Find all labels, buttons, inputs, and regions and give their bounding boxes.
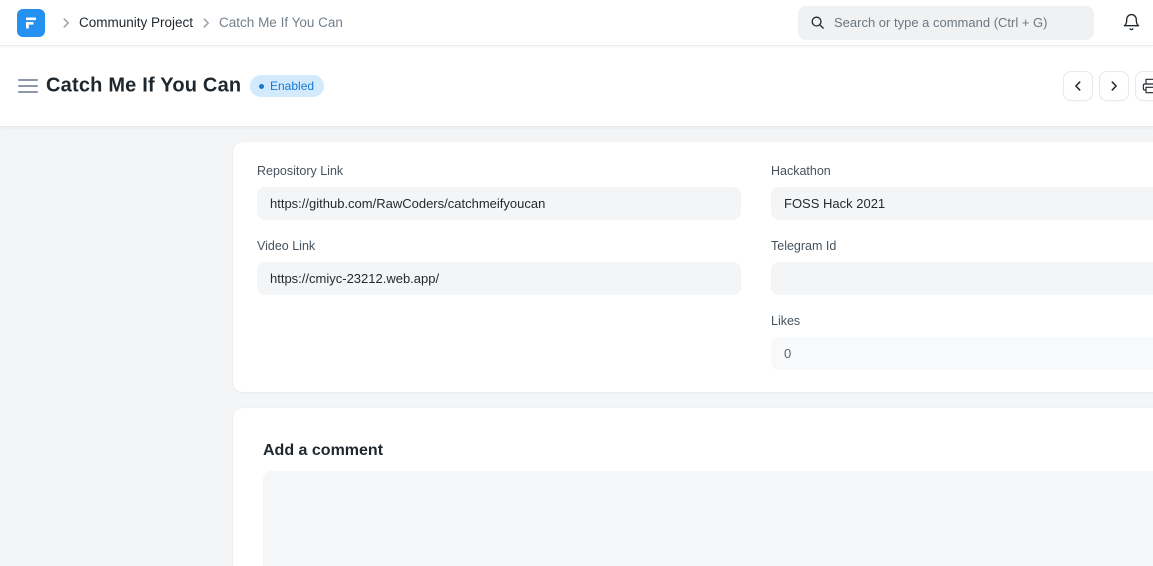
printer-icon [1142, 78, 1153, 94]
search-icon [810, 15, 825, 30]
chevron-left-icon [1071, 79, 1085, 93]
frappe-logo-glyph [23, 15, 39, 31]
form-column-left: Repository Link Video Link [257, 164, 741, 389]
status-dot-icon [259, 84, 264, 89]
form-grid: Repository Link Video Link Hackathon Tel… [257, 164, 1153, 389]
field-telegram-id: Telegram Id [771, 239, 1153, 295]
field-repository-link: Repository Link [257, 164, 741, 220]
field-video-link: Video Link [257, 239, 741, 295]
page-title: Catch Me If You Can [46, 75, 241, 98]
chevron-right-icon [53, 16, 79, 30]
breadcrumb: Community Project Catch Me If You Can [53, 15, 343, 30]
frappe-logo[interactable] [17, 9, 45, 37]
breadcrumb-item-community-project[interactable]: Community Project [79, 15, 193, 30]
field-likes: Likes [771, 314, 1153, 370]
comment-section-card: Add a comment [233, 408, 1153, 566]
hamburger-menu-icon [18, 79, 40, 93]
status-badge: Enabled [250, 75, 324, 97]
likes-value [771, 337, 1153, 370]
form-section-card: Repository Link Video Link Hackathon Tel… [233, 142, 1153, 392]
form-column-right: Hackathon Telegram Id Likes [771, 164, 1153, 389]
bell-icon [1122, 13, 1141, 32]
app-window: Community Project Catch Me If You Can [0, 0, 1153, 566]
field-label: Telegram Id [771, 239, 1153, 253]
page-header: Catch Me If You Can Enabled [0, 46, 1153, 127]
comment-section-heading: Add a comment [263, 442, 1153, 460]
breadcrumb-item-current: Catch Me If You Can [219, 15, 343, 30]
global-search[interactable] [798, 6, 1094, 40]
field-label: Video Link [257, 239, 741, 253]
chevron-right-icon [193, 16, 219, 30]
hackathon-input[interactable] [771, 187, 1153, 220]
field-label: Repository Link [257, 164, 741, 178]
sidebar-toggle-button[interactable] [18, 75, 40, 97]
field-label: Likes [771, 314, 1153, 328]
navbar: Community Project Catch Me If You Can [0, 0, 1153, 46]
comment-input[interactable] [263, 471, 1153, 566]
navbar-right [798, 6, 1137, 40]
next-document-button[interactable] [1099, 71, 1129, 101]
field-label: Hackathon [771, 164, 1153, 178]
chevron-right-icon [1107, 79, 1121, 93]
status-badge-label: Enabled [270, 79, 314, 93]
field-hackathon: Hackathon [771, 164, 1153, 220]
repository-link-input[interactable] [257, 187, 741, 220]
telegram-id-input[interactable] [771, 262, 1153, 295]
title-actions [1063, 71, 1153, 101]
previous-document-button[interactable] [1063, 71, 1093, 101]
print-button[interactable] [1135, 71, 1153, 101]
video-link-input[interactable] [257, 262, 741, 295]
search-input[interactable] [834, 15, 1082, 30]
notifications-button[interactable] [1120, 11, 1143, 34]
